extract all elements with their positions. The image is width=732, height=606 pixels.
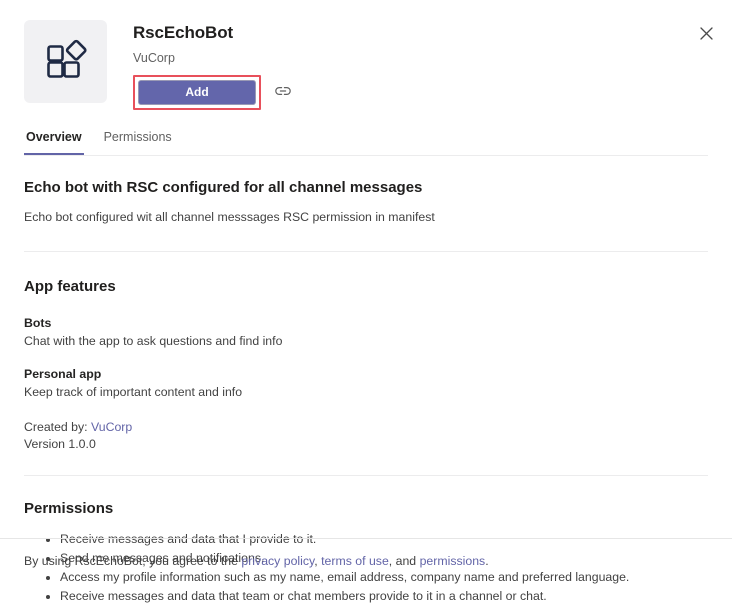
created-by-link[interactable]: VuCorp	[91, 420, 132, 434]
add-button[interactable]: Add	[138, 80, 256, 105]
app-features-section: App features Bots Chat with the app to a…	[0, 252, 732, 453]
app-details-dialog: RscEchoBot VuCorp Add Overview Permissio…	[0, 0, 732, 603]
dialog-header: RscEchoBot VuCorp Add	[0, 0, 732, 110]
version-line: Version 1.0.0	[24, 437, 96, 451]
footer-suffix: .	[485, 554, 489, 568]
app-publisher: VuCorp	[133, 51, 175, 65]
tab-list: Overview Permissions	[0, 127, 732, 155]
feature-description: Chat with the app to ask questions and f…	[24, 334, 283, 348]
privacy-policy-link[interactable]: privacy policy	[241, 554, 314, 568]
app-meta: Created by: VuCorp Version 1.0.0	[24, 419, 708, 453]
footer-sep-2: , and	[388, 554, 420, 568]
tab-overview[interactable]: Overview	[24, 127, 84, 155]
close-icon	[699, 26, 713, 40]
overview-description: Echo bot configured wit all channel mess…	[24, 210, 435, 224]
permissions-heading: Permissions	[24, 500, 114, 517]
app-title: RscEchoBot	[133, 23, 234, 42]
copy-link-button[interactable]	[272, 82, 294, 104]
dialog-footer: By using RscEchoBot, you agree to the pr…	[0, 538, 732, 586]
feature-name: Personal app	[24, 367, 102, 381]
permissions-link[interactable]: permissions	[420, 554, 486, 568]
app-logo	[24, 20, 107, 103]
footer-legal-text: By using RscEchoBot, you agree to the pr…	[0, 539, 732, 586]
app-action-row: Add	[133, 75, 708, 110]
add-button-highlight: Add	[133, 75, 261, 110]
app-header-info: RscEchoBot VuCorp Add	[133, 20, 708, 110]
overview-section: Echo bot with RSC configured for all cha…	[0, 156, 732, 226]
apps-grid-icon	[43, 39, 89, 85]
app-features-heading: App features	[24, 278, 116, 295]
chain-link-icon	[275, 83, 291, 102]
overview-spacer	[0, 226, 732, 251]
list-item: Receive messages and data that team or c…	[46, 587, 708, 606]
created-by-label: Created by:	[24, 420, 88, 434]
footer-prefix: By using RscEchoBot, you agree to the	[24, 554, 242, 568]
feature-item-bots: Bots Chat with the app to ask questions …	[24, 315, 708, 350]
features-spacer	[0, 453, 732, 475]
tab-permissions[interactable]: Permissions	[102, 127, 174, 155]
terms-of-use-link[interactable]: terms of use	[321, 554, 389, 568]
feature-item-personal-app: Personal app Keep track of important con…	[24, 366, 708, 401]
created-by-line: Created by: VuCorp	[24, 419, 708, 436]
overview-heading: Echo bot with RSC configured for all cha…	[24, 179, 423, 196]
feature-description: Keep track of important content and info	[24, 385, 243, 399]
feature-name: Bots	[24, 316, 52, 330]
close-button[interactable]	[692, 19, 720, 47]
